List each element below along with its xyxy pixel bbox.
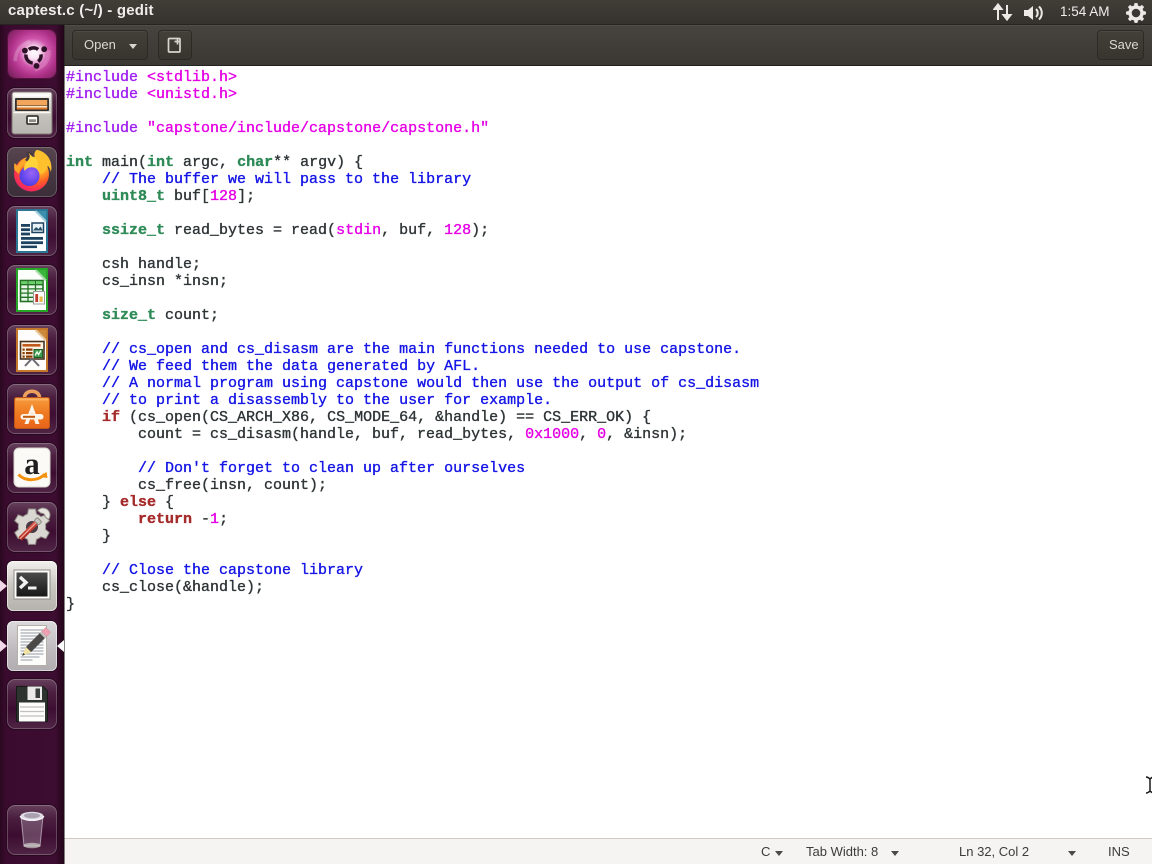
svg-text:a: a — [24, 446, 40, 481]
